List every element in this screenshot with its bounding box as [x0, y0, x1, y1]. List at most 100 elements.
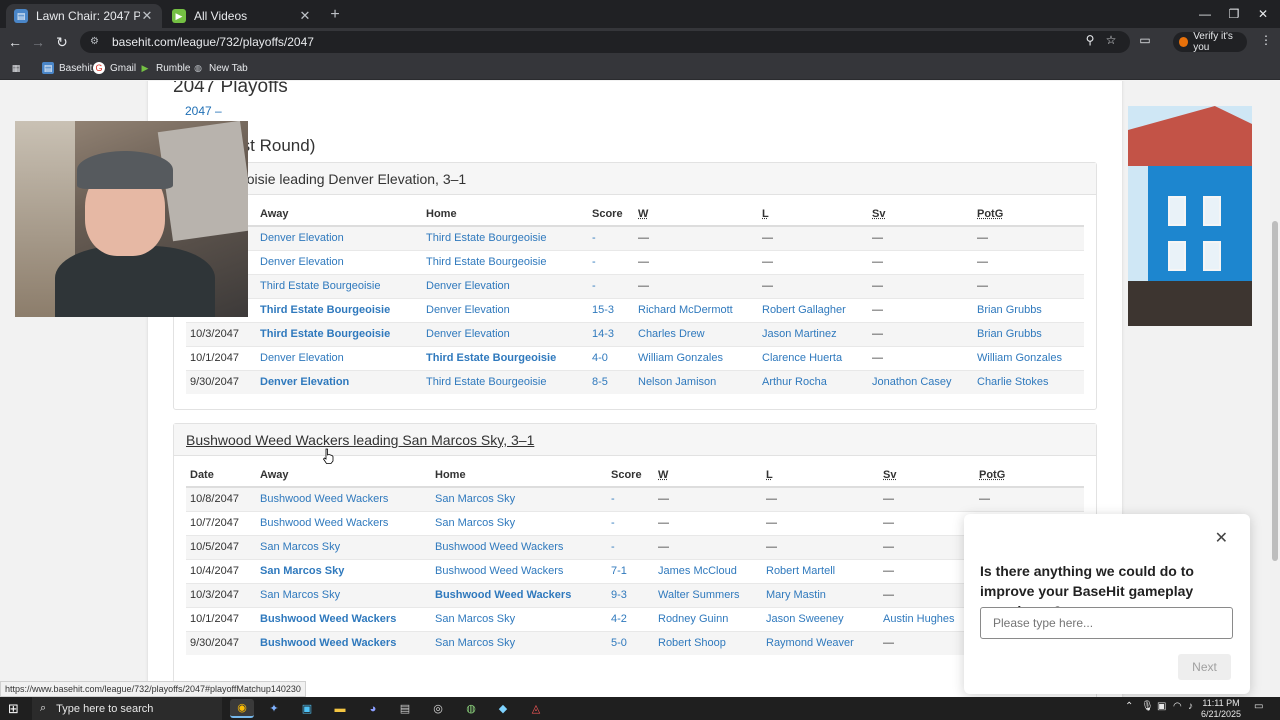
- cell-away[interactable]: Denver Elevation: [256, 225, 422, 250]
- taskbar-search[interactable]: ⌕ Type here to search: [32, 697, 222, 720]
- tray-chevron-icon[interactable]: ⌃: [1125, 701, 1133, 712]
- cell-away[interactable]: San Marcos Sky: [256, 534, 431, 559]
- volume-icon[interactable]: ♪: [1188, 701, 1193, 712]
- zoom-icon[interactable]: ⚲: [1081, 31, 1099, 49]
- bookmark-new-tab[interactable]: ◍ New Tab: [192, 60, 248, 76]
- cell-away[interactable]: San Marcos Sky: [256, 558, 431, 583]
- cell-score[interactable]: 8-5: [588, 369, 634, 394]
- editor-app-icon[interactable]: ◆: [491, 699, 515, 718]
- cell-potg[interactable]: William Gonzales: [973, 345, 1084, 370]
- cell-home[interactable]: Denver Elevation: [422, 273, 588, 298]
- address-bar[interactable]: ⚙ basehit.com/league/732/playoffs/2047: [80, 31, 1130, 53]
- cell-l[interactable]: Robert Gallagher: [758, 297, 868, 322]
- discord-app-icon[interactable]: ◕: [361, 699, 385, 718]
- cell-score[interactable]: 7-1: [607, 558, 654, 583]
- minimize-icon[interactable]: —: [1190, 4, 1220, 24]
- cell-home[interactable]: Bushwood Weed Wackers: [431, 582, 607, 607]
- next-button[interactable]: Next: [1178, 654, 1231, 680]
- restore-icon[interactable]: ❐: [1219, 4, 1249, 24]
- cell-w[interactable]: Walter Summers: [654, 582, 762, 607]
- site-info-icon[interactable]: ⚙: [90, 36, 102, 48]
- close-tab-icon[interactable]: ✕: [298, 8, 312, 24]
- cell-potg[interactable]: Brian Grubbs: [973, 321, 1084, 346]
- cell-home[interactable]: San Marcos Sky: [431, 510, 607, 535]
- app-24-icon[interactable]: ◍: [459, 699, 483, 718]
- cell-score[interactable]: 4-0: [588, 345, 634, 370]
- ad-house-image[interactable]: [1128, 106, 1252, 326]
- obs-app-icon[interactable]: ◎: [426, 699, 450, 718]
- cell-potg[interactable]: Charlie Stokes: [973, 369, 1084, 394]
- cell-score[interactable]: 15-3: [588, 297, 634, 322]
- verify-button[interactable]: Verify it's you: [1173, 31, 1247, 53]
- cell-home[interactable]: Bushwood Weed Wackers: [431, 534, 607, 559]
- cell-score[interactable]: 14-3: [588, 321, 634, 346]
- cell-w[interactable]: Richard McDermott: [634, 297, 758, 322]
- microphone-icon[interactable]: 🎙: [1141, 701, 1154, 712]
- cell-l[interactable]: Robert Martell: [762, 558, 879, 583]
- cell-home[interactable]: Third Estate Bourgeoisie: [422, 345, 588, 370]
- cell-sv[interactable]: Jonathon Casey: [868, 369, 973, 394]
- cell-away[interactable]: Bushwood Weed Wackers: [256, 510, 431, 535]
- cell-score[interactable]: -: [588, 273, 634, 298]
- bookmark-basehit[interactable]: ▤ Basehit: [42, 60, 92, 76]
- year-selector-link[interactable]: 2047 –: [185, 104, 222, 118]
- cell-home[interactable]: San Marcos Sky: [431, 486, 607, 511]
- bookmark-gmail[interactable]: G Gmail: [93, 60, 136, 76]
- menu-kebab-icon[interactable]: ⋮: [1257, 31, 1275, 49]
- cell-away[interactable]: Bushwood Weed Wackers: [256, 486, 431, 511]
- close-tab-icon[interactable]: ✕: [140, 8, 154, 24]
- cell-score[interactable]: -: [607, 510, 654, 535]
- file-explorer-icon[interactable]: ▬: [328, 699, 352, 718]
- cell-score[interactable]: 5-0: [607, 630, 654, 655]
- cell-l[interactable]: Mary Mastin: [762, 582, 879, 607]
- chrome-app-icon[interactable]: ◉: [230, 699, 254, 718]
- cell-w[interactable]: William Gonzales: [634, 345, 758, 370]
- feedback-input[interactable]: [980, 607, 1233, 639]
- page-scrollbar[interactable]: [1270, 81, 1280, 697]
- forward-icon[interactable]: →: [28, 32, 48, 52]
- cell-home[interactable]: San Marcos Sky: [431, 630, 607, 655]
- scrollbar-thumb[interactable]: [1272, 221, 1278, 561]
- app-red-icon[interactable]: ◬: [524, 699, 548, 718]
- new-tab-icon[interactable]: +: [326, 6, 344, 24]
- cell-away[interactable]: Third Estate Bourgeoisie: [256, 273, 422, 298]
- cell-away[interactable]: Denver Elevation: [256, 345, 422, 370]
- cell-home[interactable]: San Marcos Sky: [431, 606, 607, 631]
- series-heading-link[interactable]: Bushwood Weed Wackers leading San Marcos…: [174, 424, 1096, 456]
- cell-home[interactable]: Third Estate Bourgeoisie: [422, 369, 588, 394]
- cell-l[interactable]: Jason Sweeney: [762, 606, 879, 631]
- cell-score[interactable]: -: [588, 249, 634, 274]
- cell-potg[interactable]: Brian Grubbs: [973, 297, 1084, 322]
- cell-away[interactable]: Third Estate Bourgeoisie: [256, 321, 422, 346]
- tray-app-icon[interactable]: ▣: [1157, 701, 1166, 712]
- cell-score[interactable]: -: [607, 486, 654, 511]
- calculator-app-icon[interactable]: ▤: [393, 699, 417, 718]
- cell-w[interactable]: Robert Shoop: [654, 630, 762, 655]
- reload-icon[interactable]: ↻: [52, 32, 72, 52]
- bookmark-rumble[interactable]: ▶ Rumble: [139, 60, 191, 76]
- cell-w[interactable]: Rodney Guinn: [654, 606, 762, 631]
- cell-w[interactable]: Nelson Jamison: [634, 369, 758, 394]
- cell-away[interactable]: Bushwood Weed Wackers: [256, 630, 431, 655]
- cell-away[interactable]: Denver Elevation: [256, 249, 422, 274]
- cell-home[interactable]: Denver Elevation: [422, 321, 588, 346]
- cell-score[interactable]: -: [607, 534, 654, 559]
- back-icon[interactable]: ←: [5, 32, 25, 52]
- cast-icon[interactable]: ▭: [1136, 31, 1154, 49]
- cell-w[interactable]: James McCloud: [654, 558, 762, 583]
- cell-away[interactable]: Third Estate Bourgeoisie: [256, 297, 422, 322]
- store-app-icon[interactable]: ▣: [295, 699, 319, 718]
- cell-l[interactable]: Clarence Huerta: [758, 345, 868, 370]
- tab-all-videos[interactable]: ▶ All Videos ✕: [164, 4, 320, 28]
- cell-l[interactable]: Jason Martinez: [758, 321, 868, 346]
- cell-score[interactable]: -: [588, 225, 634, 250]
- cell-away[interactable]: San Marcos Sky: [256, 582, 431, 607]
- bookmark-star-icon[interactable]: ☆: [1102, 31, 1120, 49]
- taskbar-clock[interactable]: 11:11 PM 6/21/2025: [1198, 698, 1244, 720]
- window-close-icon[interactable]: ✕: [1248, 4, 1278, 24]
- series-heading[interactable]: te Bourgeoisie leading Denver Elevation,…: [174, 163, 1096, 195]
- cell-sv[interactable]: Austin Hughes: [879, 606, 975, 631]
- close-popup-icon[interactable]: ✕: [1215, 528, 1228, 548]
- apps-grid-icon[interactable]: ▦: [10, 60, 27, 76]
- cell-home[interactable]: Bushwood Weed Wackers: [431, 558, 607, 583]
